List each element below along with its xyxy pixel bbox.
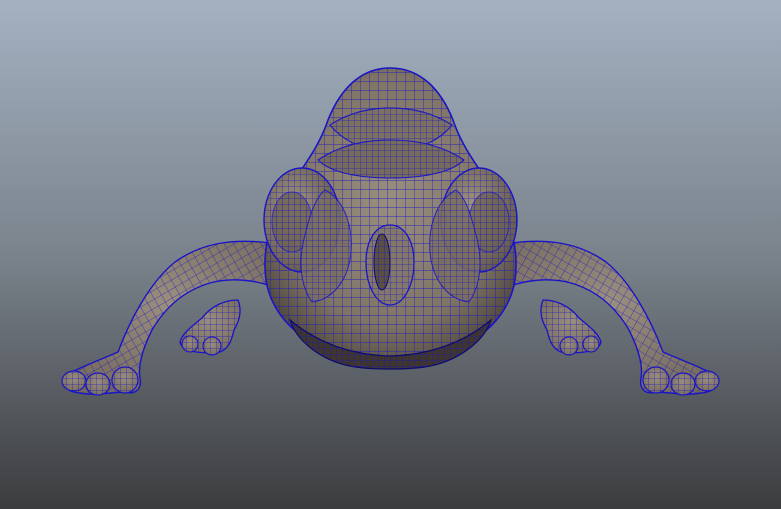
snout[interactable] [365, 224, 415, 306]
viewport-canvas[interactable] [0, 0, 781, 509]
3d-viewport[interactable] [0, 0, 781, 509]
